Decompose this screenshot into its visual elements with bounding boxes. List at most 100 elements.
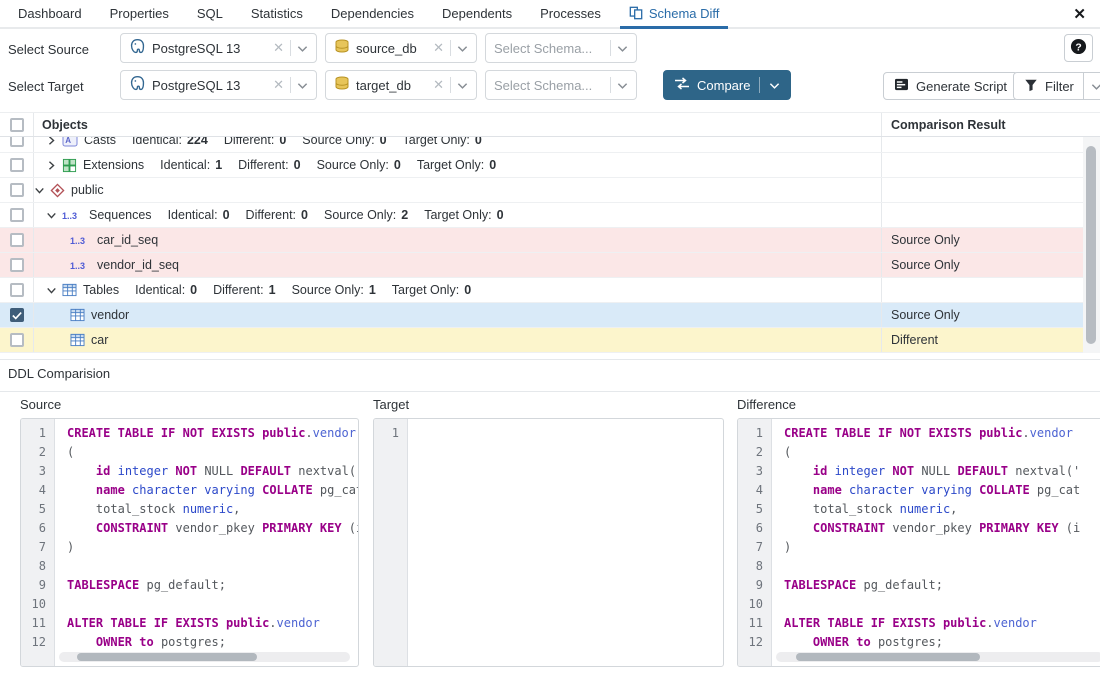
different-count-value: 0 <box>294 158 301 172</box>
horizontal-scrollbar[interactable] <box>59 652 350 662</box>
target-schema-select[interactable]: Select Schema... <box>485 70 637 100</box>
compare-button[interactable]: Compare <box>663 70 791 100</box>
close-icon[interactable]: ✕ <box>1073 5 1086 23</box>
chevron-down-icon[interactable] <box>769 78 780 93</box>
select-target-label: Select Target <box>8 79 116 94</box>
target-code-area <box>408 419 723 666</box>
comparison-result-cell: Different <box>881 328 1083 352</box>
generate-script-label: Generate Script <box>916 79 1007 94</box>
source-only-count-value: 0 <box>380 137 387 147</box>
target-ddl-editor[interactable]: 1 <box>373 418 724 667</box>
chevron-down-icon[interactable] <box>617 78 628 93</box>
tree-row-extensions[interactable]: ExtensionsIdentical:1Different:0Source O… <box>0 153 1083 178</box>
identical-count-label: Identical: <box>135 283 185 297</box>
source-only-count-value: 2 <box>401 208 408 222</box>
tab-properties[interactable]: Properties <box>101 0 178 27</box>
row-checkbox[interactable] <box>10 333 24 347</box>
tab-statistics[interactable]: Statistics <box>242 0 312 27</box>
script-icon <box>894 78 909 94</box>
target-server-select[interactable]: PostgreSQL 13 ✕ <box>120 70 317 100</box>
source-only-count-label: Source Only: <box>317 158 389 172</box>
source-code-area: CREATE TABLE IF NOT EXISTS public.vendor… <box>55 419 358 666</box>
row-checkbox[interactable] <box>10 137 24 147</box>
source-ddl-editor[interactable]: 123456789101112 CREATE TABLE IF NOT EXIS… <box>20 418 359 667</box>
clear-icon[interactable]: ✕ <box>273 77 284 93</box>
tree-row-casts[interactable]: ACastsIdentical:224Different:0Source Onl… <box>0 137 1083 153</box>
different-count-value: 0 <box>279 137 286 147</box>
chevron-down-icon[interactable] <box>617 41 628 56</box>
comparison-result-cell: Source Only <box>881 228 1083 252</box>
table-scrollbar-thumb[interactable] <box>1086 146 1096 344</box>
tab-schema-diff[interactable]: Schema Diff <box>620 0 729 29</box>
chevron-down-icon[interactable] <box>457 78 468 93</box>
row-checkbox[interactable] <box>10 258 24 272</box>
horizontal-scrollbar-thumb[interactable] <box>77 653 257 661</box>
source-server-select[interactable]: PostgreSQL 13 ✕ <box>120 33 317 63</box>
compare-button-label: Compare <box>697 78 750 93</box>
line-numbers: 123456789101112 <box>738 419 772 666</box>
source-schema-select[interactable]: Select Schema... <box>485 33 637 63</box>
source-server-value: PostgreSQL 13 <box>152 41 267 56</box>
source-pane-label: Source <box>20 397 61 412</box>
row-checkbox[interactable] <box>10 308 24 322</box>
chevron-right-icon[interactable] <box>46 160 62 171</box>
tree-row-public[interactable]: public <box>0 178 1083 203</box>
object-label: public <box>71 183 104 197</box>
target-schema-placeholder: Select Schema... <box>494 78 604 93</box>
svg-text:1..3: 1..3 <box>70 261 85 271</box>
tree-row-vendor[interactable]: vendor Source Only <box>0 303 1083 328</box>
object-label: vendor <box>91 308 129 322</box>
chevron-down-icon[interactable] <box>46 210 62 221</box>
comparison-result-cell: Source Only <box>881 253 1083 277</box>
source-database-select[interactable]: source_db ✕ <box>325 33 477 63</box>
target-only-count-label: Target Only: <box>424 208 491 222</box>
source-only-count-value: 0 <box>394 158 401 172</box>
filter-icon <box>1024 78 1038 95</box>
chevron-down-icon[interactable] <box>297 78 308 93</box>
object-label: car_id_seq <box>97 233 158 247</box>
identical-count-value: 224 <box>187 137 208 147</box>
tree-row-car[interactable]: carDifferent <box>0 328 1083 353</box>
row-checkbox[interactable] <box>10 233 24 247</box>
tab-sql[interactable]: SQL <box>188 0 232 27</box>
different-count-value: 0 <box>301 208 308 222</box>
different-count-label: Different: <box>224 137 275 147</box>
tab-dashboard[interactable]: Dashboard <box>9 0 91 27</box>
chevron-down-icon[interactable] <box>46 285 62 296</box>
row-checkbox[interactable] <box>10 283 24 297</box>
svg-text:1..3: 1..3 <box>70 236 85 246</box>
help-button[interactable]: ? <box>1064 34 1093 62</box>
clear-icon[interactable]: ✕ <box>433 77 444 93</box>
tab-dependents[interactable]: Dependents <box>433 0 521 27</box>
horizontal-scrollbar[interactable] <box>776 652 1100 662</box>
target-database-select[interactable]: target_db ✕ <box>325 70 477 100</box>
tab-processes[interactable]: Processes <box>531 0 610 27</box>
chevron-down-icon[interactable] <box>457 41 468 56</box>
tree-row-car-id-seq[interactable]: 1..3 car_id_seq Source Only <box>0 228 1083 253</box>
tree-row-sequences[interactable]: 1..3SequencesIdentical:0Different:0Sourc… <box>0 203 1083 228</box>
table-scrollbar[interactable] <box>1083 137 1100 353</box>
row-checkbox[interactable] <box>10 158 24 172</box>
tab-label: Dependents <box>442 6 512 21</box>
identical-count-label: Identical: <box>132 137 182 147</box>
filter-button[interactable]: Filter <box>1013 72 1100 100</box>
row-checkbox[interactable] <box>10 208 24 222</box>
comparison-result-cell: Source Only <box>881 303 1083 327</box>
sequence-icon: 1..3 <box>70 259 91 271</box>
clear-icon[interactable]: ✕ <box>433 40 444 56</box>
tab-dependencies[interactable]: Dependencies <box>322 0 423 27</box>
difference-ddl-editor[interactable]: 123456789101112 CREATE TABLE IF NOT EXIS… <box>737 418 1100 667</box>
select-all-checkbox[interactable] <box>10 118 24 132</box>
clear-icon[interactable]: ✕ <box>273 40 284 56</box>
chevron-right-icon[interactable] <box>46 137 62 146</box>
chevron-down-icon[interactable] <box>34 185 50 196</box>
tree-row-vendor-id-seq[interactable]: 1..3 vendor_id_seq Source Only <box>0 253 1083 278</box>
object-label: vendor_id_seq <box>97 258 179 272</box>
tree-row-tables[interactable]: TablesIdentical:0Different:1Source Only:… <box>0 278 1083 303</box>
identical-count-label: Identical: <box>160 158 210 172</box>
filter-dropdown-button[interactable] <box>1083 73 1100 99</box>
generate-script-button[interactable]: Generate Script <box>883 72 1018 100</box>
chevron-down-icon[interactable] <box>297 41 308 56</box>
horizontal-scrollbar-thumb[interactable] <box>796 653 980 661</box>
row-checkbox[interactable] <box>10 183 24 197</box>
